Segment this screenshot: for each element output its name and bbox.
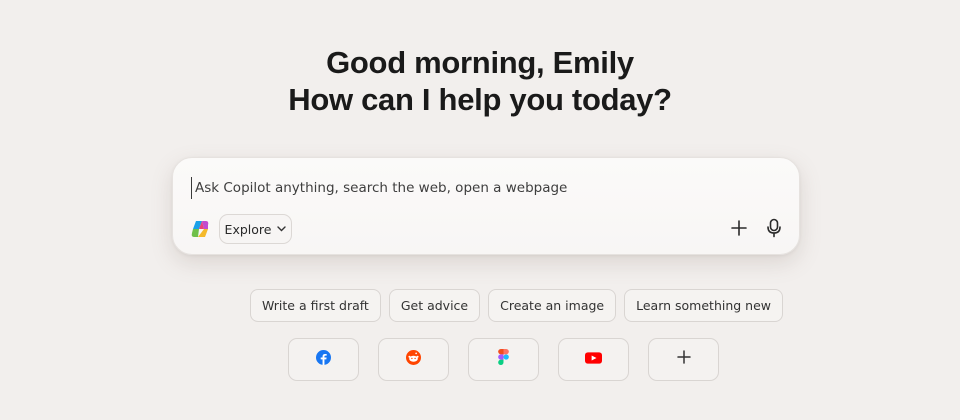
- copilot-home: Good morning, Emily How can I help you t…: [0, 0, 960, 420]
- facebook-icon: [316, 349, 331, 370]
- copilot-logo-icon: [190, 219, 210, 239]
- explore-label: Explore: [224, 221, 272, 237]
- suggestion-create-image[interactable]: Create an image: [488, 289, 617, 322]
- chat-composer: Explore: [172, 157, 800, 255]
- add-shortcut-icon: [676, 350, 691, 369]
- shortcut-facebook[interactable]: [288, 338, 359, 381]
- suggestion-chips: Write a first draft Get advice Create an…: [250, 289, 784, 322]
- suggestion-learn-something[interactable]: Learn something new: [624, 289, 784, 322]
- shortcut-reddit[interactable]: [378, 338, 449, 381]
- greeting-line-2: How can I help you today?: [288, 82, 672, 117]
- shortcut-youtube[interactable]: [558, 338, 629, 381]
- greeting-line-1: Good morning, Emily: [326, 45, 634, 80]
- plus-icon: [731, 219, 747, 241]
- greeting: Good morning, Emily How can I help you t…: [0, 44, 960, 118]
- suggestion-get-advice[interactable]: Get advice: [388, 289, 481, 322]
- reddit-icon: [406, 349, 421, 370]
- add-shortcut-button[interactable]: [648, 338, 719, 381]
- add-attachment-button[interactable]: [726, 217, 752, 243]
- chat-input[interactable]: [191, 177, 751, 199]
- shortcut-figma[interactable]: [468, 338, 539, 381]
- explore-mode-button[interactable]: Explore: [219, 214, 292, 244]
- chevron-down-icon: [277, 225, 287, 235]
- voice-input-button[interactable]: [761, 217, 787, 243]
- microphone-icon: [766, 218, 782, 243]
- youtube-icon: [585, 351, 602, 369]
- suggestion-write-first-draft[interactable]: Write a first draft: [250, 289, 381, 322]
- site-shortcuts: [288, 338, 719, 381]
- figma-icon: [498, 349, 509, 370]
